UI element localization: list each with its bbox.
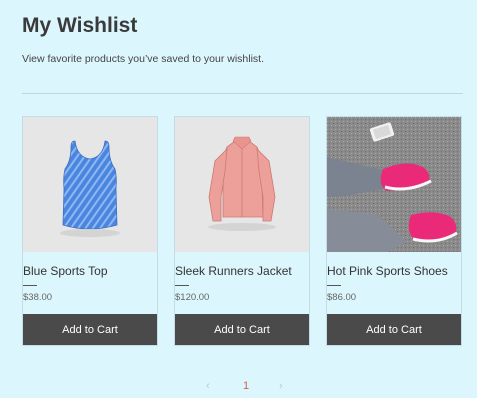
add-to-cart-button[interactable]: Add to Cart (175, 314, 309, 345)
pagination: ‹ 1 › (0, 380, 477, 396)
current-page-number[interactable]: 1 (243, 380, 249, 392)
product-name[interactable]: Blue Sports Top (23, 264, 108, 278)
header-divider (22, 93, 463, 94)
page-subtitle: View favorite products you’ve saved to y… (22, 53, 265, 65)
add-to-cart-button[interactable]: Add to Cart (327, 314, 461, 345)
product-price: $38.00 (23, 292, 53, 303)
product-price: $86.00 (327, 292, 357, 303)
blue-tank-top-image[interactable] (23, 117, 157, 252)
product-card: Blue Sports Top $38.00 Add to Cart (22, 116, 158, 346)
product-name[interactable]: Sleek Runners Jacket (175, 264, 292, 278)
name-price-divider (23, 285, 37, 286)
product-card: Sleek Runners Jacket $120.00 Add to Cart (174, 116, 310, 346)
product-name[interactable]: Hot Pink Sports Shoes (327, 264, 448, 278)
product-card: Hot Pink Sports Shoes $86.00 Add to Cart (326, 116, 462, 346)
name-price-divider (327, 285, 341, 286)
product-price: $120.00 (175, 292, 210, 303)
page-title: My Wishlist (22, 14, 138, 37)
pink-jacket-image[interactable] (175, 117, 309, 252)
chevron-left-icon[interactable]: ‹ (206, 380, 210, 392)
pink-sneakers-image[interactable] (327, 117, 461, 252)
name-price-divider (175, 285, 189, 286)
add-to-cart-button[interactable]: Add to Cart (23, 314, 157, 345)
chevron-right-icon[interactable]: › (279, 380, 283, 392)
